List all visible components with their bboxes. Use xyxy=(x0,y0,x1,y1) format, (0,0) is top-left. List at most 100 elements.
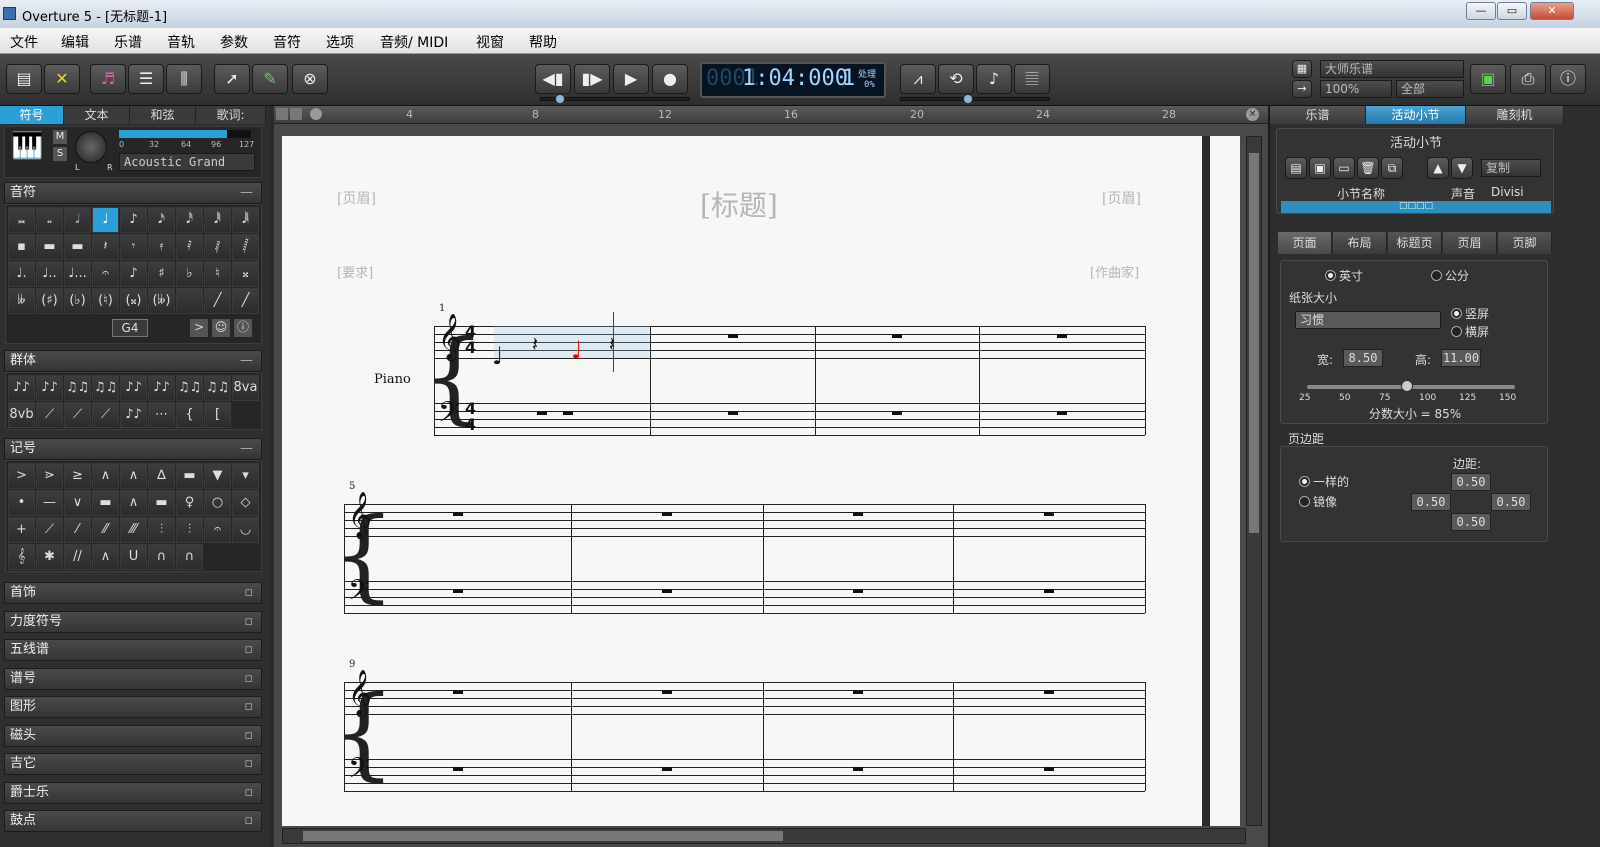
score-view-button[interactable]: ▤ xyxy=(6,64,42,94)
move-up-icon[interactable]: ▲ xyxy=(1427,157,1449,179)
mark-symbol-cell[interactable]: ∧ xyxy=(92,463,119,489)
measure-row[interactable]: □□□□ xyxy=(1281,201,1551,213)
group-symbol-cell[interactable]: ⋯ xyxy=(148,402,175,428)
library-icon[interactable]: ▦ xyxy=(1292,60,1312,78)
instructions[interactable]: [要求] xyxy=(337,262,373,281)
mark-symbol-cell[interactable]: ⋗ xyxy=(36,463,63,489)
panel-header-3[interactable]: 谱号 ▫ xyxy=(4,667,262,690)
panel-header-7[interactable]: 爵士乐 ▫ xyxy=(4,781,262,804)
menu-help[interactable]: 帮助 xyxy=(529,32,557,52)
expand-icon[interactable]: ▫ xyxy=(244,583,253,603)
mark-symbol-cell[interactable]: ∩ xyxy=(176,544,203,570)
cancel-tool-button[interactable]: ⊗ xyxy=(292,64,328,94)
face-icon[interactable]: ☺ xyxy=(212,319,230,337)
panel-header-0[interactable]: 首饰 ▫ xyxy=(4,582,262,604)
note-symbol-cell[interactable]: 𝄐 xyxy=(92,261,119,287)
group-symbol-cell[interactable]: ♫♫ xyxy=(176,375,203,401)
composer[interactable]: [作曲家] xyxy=(1090,262,1139,281)
note-symbol-cell[interactable]: 𝅘𝅥𝅲 xyxy=(232,207,259,233)
group-symbol-cell[interactable]: ♫♫ xyxy=(92,375,119,401)
expand-icon[interactable]: ▫ xyxy=(244,726,253,746)
panel-header-1[interactable]: 力度符号 ▫ xyxy=(4,610,262,633)
mark-symbol-cell[interactable]: // xyxy=(64,544,91,570)
menu-notes[interactable]: 音符 xyxy=(273,32,301,52)
note-symbol-cell[interactable]: 𝅜 xyxy=(8,207,35,233)
info-button[interactable]: ⓘ xyxy=(1550,64,1586,94)
tempo-slider-knob[interactable] xyxy=(963,94,973,104)
expand-icon[interactable]: ▫ xyxy=(244,754,253,774)
note-entry-button[interactable]: ♬ xyxy=(90,64,126,94)
note-symbol-cell[interactable]: 𝄽 xyxy=(92,234,119,260)
mute-button[interactable]: M xyxy=(53,130,67,144)
mark-symbol-cell[interactable]: 𝄞 xyxy=(8,544,35,570)
note-symbol-cell[interactable]: 𝄫 xyxy=(8,288,35,314)
vertical-scroll-thumb[interactable] xyxy=(1249,153,1259,533)
note-symbol-cell[interactable]: 𝄪 xyxy=(232,261,259,287)
margin-top-field[interactable]: 0.50 xyxy=(1451,473,1491,491)
menu-file[interactable]: 文件 xyxy=(10,32,38,52)
mark-symbol-cell[interactable]: ⁄⁄ xyxy=(92,517,119,543)
note-symbol-cell[interactable]: (♭) xyxy=(64,288,91,314)
expand-icon[interactable]: ▫ xyxy=(244,697,253,717)
height-field[interactable]: 11.00 xyxy=(1441,349,1481,367)
zoom-select[interactable]: 100% xyxy=(1320,80,1392,98)
collapse-icon[interactable]: — xyxy=(240,183,253,203)
menu-window[interactable]: 视窗 xyxy=(476,32,504,52)
mark-symbol-cell[interactable]: ⁄ xyxy=(64,517,91,543)
groups-panel-header[interactable]: 群体 — xyxy=(4,350,262,372)
patch-field[interactable]: Acoustic Grand xyxy=(119,153,255,171)
mark-symbol-cell[interactable]: ✱ xyxy=(36,544,63,570)
group-symbol-cell[interactable]: [ xyxy=(204,402,231,428)
scale-slider[interactable] xyxy=(1307,380,1515,392)
minimize-button[interactable]: — xyxy=(1466,2,1496,20)
position-slider-knob[interactable] xyxy=(555,94,565,104)
collapse-icon[interactable]: — xyxy=(240,351,253,371)
mark-symbol-cell[interactable]: ▬ xyxy=(92,490,119,516)
save-icon[interactable]: ▣ xyxy=(1309,157,1331,179)
zoom-out-icon[interactable] xyxy=(276,108,288,120)
mark-symbol-cell[interactable]: ○ xyxy=(204,490,231,516)
note-symbol-cell[interactable]: 𝅘𝅥𝅰 xyxy=(176,207,203,233)
select-arrow-button[interactable]: ➚ xyxy=(214,64,250,94)
page-tab-1[interactable]: 布局 xyxy=(1333,232,1387,254)
unit-inch[interactable]: 英寸 xyxy=(1325,267,1363,284)
metronome-button[interactable]: ⩘ xyxy=(900,64,936,94)
tab-chords[interactable]: 和弦 xyxy=(130,106,196,124)
mark-symbol-cell[interactable]: U xyxy=(120,544,147,570)
menu-params[interactable]: 参数 xyxy=(220,32,248,52)
score-title[interactable]: [标题] xyxy=(700,184,778,224)
panel-header-8[interactable]: 鼓点 ▫ xyxy=(4,810,262,832)
note-symbol-cell[interactable]: ♩. xyxy=(8,261,35,287)
tab-engraver[interactable]: 雕刻机 xyxy=(1466,106,1564,124)
page-tab-0[interactable]: 页面 xyxy=(1278,232,1332,254)
mark-symbol-cell[interactable]: ▼ xyxy=(204,463,231,489)
page-tab-3[interactable]: 页眉 xyxy=(1443,232,1497,254)
header-left[interactable]: [页眉] xyxy=(337,188,376,208)
mark-symbol-cell[interactable]: ▾ xyxy=(232,463,259,489)
group-symbol-cell[interactable]: ♫♫ xyxy=(64,375,91,401)
move-down-icon[interactable]: ▼ xyxy=(1451,157,1473,179)
mark-symbol-cell[interactable]: ♀ xyxy=(176,490,203,516)
orientation-portrait[interactable]: 竖屏 xyxy=(1451,305,1489,322)
mark-symbol-cell[interactable]: ∩ xyxy=(148,544,175,570)
mark-symbol-cell[interactable]: ∧ xyxy=(120,463,147,489)
collapse-icon[interactable]: — xyxy=(240,439,253,459)
arrow-right-icon[interactable]: → xyxy=(1292,80,1312,98)
mark-symbol-cell[interactable]: ▬ xyxy=(148,490,175,516)
note-symbol-cell[interactable]: ▪ xyxy=(8,234,35,260)
tools-button[interactable]: ✕ xyxy=(44,64,80,94)
note-symbol-cell[interactable]: ▬ xyxy=(64,234,91,260)
mark-symbol-cell[interactable]: ⟋ xyxy=(36,517,63,543)
group-symbol-cell[interactable]: ⟋ xyxy=(36,402,63,428)
note-symbol-cell[interactable]: 𝅁 xyxy=(204,234,231,260)
close-button[interactable]: ✕ xyxy=(1530,2,1574,20)
print-button[interactable]: ⎙ xyxy=(1510,64,1546,94)
marks-panel-header[interactable]: 记号 — xyxy=(4,438,262,460)
group-symbol-cell[interactable]: ⟋ xyxy=(64,402,91,428)
ruler-close-icon[interactable]: × xyxy=(1246,108,1259,121)
mark-symbol-cell[interactable]: ◇ xyxy=(232,490,259,516)
mark-symbol-cell[interactable]: ∧ xyxy=(120,490,147,516)
tab-text[interactable]: 文本 xyxy=(64,106,130,124)
scale-slider-knob[interactable] xyxy=(1400,380,1413,392)
pencil-button[interactable]: ✎ xyxy=(252,64,288,94)
